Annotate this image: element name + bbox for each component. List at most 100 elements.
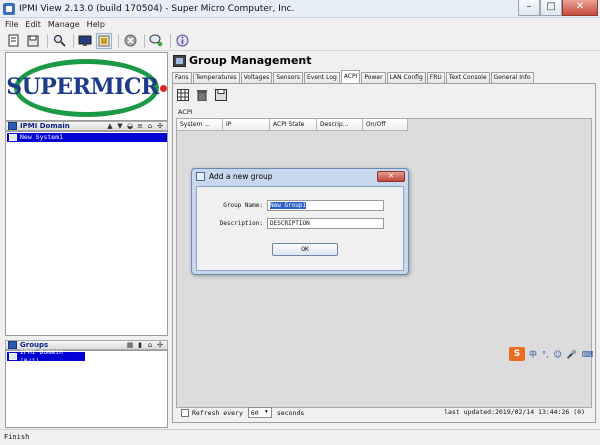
status-bar: Finish [0, 429, 600, 445]
tab-fru[interactable]: FRU [426, 72, 445, 83]
tab-temperatures[interactable]: Temperatures [192, 72, 240, 83]
app-icon [3, 2, 15, 15]
stop-button[interactable] [122, 33, 138, 49]
lightbulb-icon[interactable]: ◒ [126, 122, 134, 130]
menu-file[interactable]: File [5, 20, 18, 29]
group-name-input[interactable]: New Group1 [267, 200, 384, 211]
save-button[interactable] [25, 33, 41, 49]
keyboard-icon[interactable]: ⌨ [582, 350, 594, 359]
move-down-icon[interactable]: ▼ [116, 122, 124, 130]
ime-punctuation-toggle[interactable]: °, [542, 350, 549, 359]
refresh-control: Refresh every 60 ▼ seconds [181, 407, 304, 418]
chat-button[interactable] [148, 33, 164, 49]
group-name-label: Group Name: [223, 202, 263, 209]
refresh-interval-select[interactable]: 60 ▼ [247, 407, 272, 418]
group-item-ipmi-domain[interactable]: IPMI Domain (0/1) [7, 348, 85, 365]
minimize-button[interactable]: – [518, 0, 540, 16]
menu-help[interactable]: Help [87, 20, 105, 29]
info-icon [176, 34, 188, 47]
emoji-icon[interactable]: ☺ [554, 350, 562, 359]
dialog-title-bar: Add a new group ✕ [192, 169, 408, 184]
group-settings-icon[interactable]: ✣ [156, 341, 164, 349]
tab-bar: Fans Temperatures Voltages Sensors Event… [172, 70, 535, 83]
acpi-section-label: ACPI [178, 108, 193, 116]
ok-button[interactable]: OK [272, 243, 338, 256]
tab-lan-config[interactable]: LAN Config [386, 72, 426, 83]
grid-icon[interactable] [177, 89, 189, 101]
ipmi-domain-tree: New System1 [5, 131, 168, 336]
magnifier-icon [53, 34, 66, 47]
ipmi-domain-title: IPMI Domain [20, 122, 70, 130]
acpi-toolbar [177, 89, 234, 101]
menu-edit[interactable]: Edit [25, 20, 41, 29]
status-text: Finish [4, 433, 30, 441]
chat-icon [149, 34, 163, 47]
logo-dot-icon [159, 84, 167, 92]
column-acpi-state[interactable]: ACPI State [270, 119, 317, 131]
toolbar-separator [170, 33, 171, 48]
tab-acpi[interactable]: ACPI [340, 70, 361, 83]
new-document-button[interactable] [6, 33, 22, 49]
refresh-label: Refresh every [192, 408, 243, 417]
logo-text: SUPERMICR [6, 74, 167, 100]
column-system[interactable]: System ... [177, 119, 223, 131]
tab-event-log[interactable]: Event Log [304, 72, 340, 83]
tab-general-info[interactable]: General Info [490, 72, 534, 83]
layout-icon [98, 35, 110, 46]
layout-toggle-button[interactable] [96, 32, 112, 49]
description-input[interactable]: DESCRIPTION [267, 218, 384, 229]
move-up-icon[interactable]: ▲ [106, 122, 114, 130]
chevron-down-icon: ▼ [264, 409, 268, 415]
find-button[interactable] [51, 33, 67, 49]
monitor-icon [78, 35, 92, 46]
domain-icon [8, 122, 17, 130]
refresh-checkbox[interactable] [181, 408, 189, 417]
trash-icon[interactable] [196, 89, 208, 101]
last-updated-text: last updated:2019/02/14 13:44:26 (0) [444, 408, 585, 416]
menu-manage[interactable]: Manage [48, 20, 80, 29]
group-delete-icon[interactable]: ▮ [136, 341, 144, 349]
group-management-icon [173, 54, 186, 67]
column-on-off[interactable]: On/Off [363, 119, 408, 131]
column-ip[interactable]: IP [223, 119, 270, 131]
domain-tools: ▲ ▼ ◒ ≡ ⌂ ✣ [104, 122, 164, 130]
page-title: Group Management [189, 54, 312, 67]
groups-tree: IPMI Domain (0/1) [5, 348, 168, 428]
console-button[interactable] [77, 33, 93, 49]
tab-power[interactable]: Power [361, 72, 386, 83]
group-item-label: IPMI Domain (0/1) [19, 347, 63, 365]
group-home-icon[interactable]: ⌂ [146, 341, 154, 349]
sort-icon[interactable]: ≡ [136, 122, 144, 130]
about-button[interactable] [174, 33, 190, 49]
save-icon[interactable] [215, 89, 227, 101]
dialog-body: Group Name: New Group1 Description: DESC… [196, 186, 404, 271]
settings-icon[interactable]: ✣ [156, 122, 164, 130]
close-button[interactable]: ✕ [562, 0, 598, 16]
ime-logo-icon[interactable]: S [509, 347, 525, 361]
tree-item-new-system[interactable]: New System1 [7, 133, 167, 142]
group-add-icon[interactable]: ▦ [126, 341, 134, 349]
home-icon[interactable]: ⌂ [146, 122, 154, 130]
toolbar-separator [144, 33, 145, 48]
column-description[interactable]: Descrip... [317, 119, 363, 131]
microphone-icon[interactable]: 🎤 [567, 350, 577, 359]
tab-sensors[interactable]: Sensors [273, 72, 303, 83]
tab-voltages[interactable]: Voltages [240, 72, 273, 83]
system-node-icon [9, 134, 17, 141]
window-controls: – □ ✕ [518, 0, 598, 16]
tab-fans[interactable]: Fans [172, 72, 192, 83]
refresh-interval-value: 60 [250, 408, 259, 417]
toolbar-separator [73, 33, 74, 48]
description-row: Description: DESCRIPTION [207, 218, 384, 229]
save-icon [27, 35, 39, 46]
group-node-icon [9, 353, 17, 360]
dialog-close-button[interactable]: ✕ [377, 171, 405, 182]
tree-item-label: New System1 [20, 133, 64, 141]
group-management-header: Group Management [170, 52, 598, 69]
ime-language-toggle[interactable]: 中 [529, 349, 537, 360]
tab-text-console[interactable]: Text Console [445, 72, 490, 83]
maximize-button[interactable]: □ [540, 0, 562, 16]
dialog-title: Add a new group [209, 172, 273, 181]
title-bar: IPMI View 2.13.0 (build 170504) - Super … [0, 0, 600, 18]
refresh-unit: seconds [276, 408, 305, 417]
